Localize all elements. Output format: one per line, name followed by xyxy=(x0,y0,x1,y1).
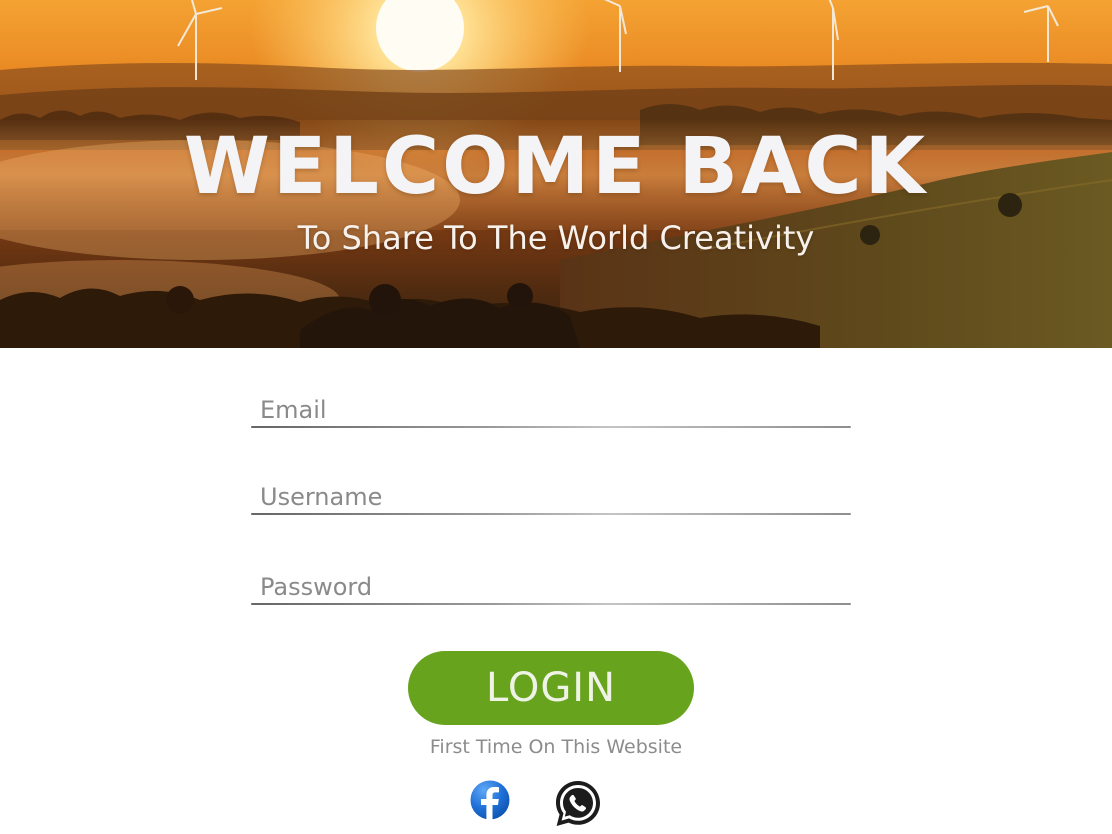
login-page: WELCOME BACK To Share To The World Creat… xyxy=(0,0,1112,834)
page-title: WELCOME BACK xyxy=(183,122,929,212)
password-underline xyxy=(251,603,851,605)
password-field[interactable] xyxy=(251,569,851,605)
username-underline xyxy=(251,513,851,515)
first-time-link[interactable]: First Time On This Website xyxy=(0,736,1112,758)
hero-banner: WELCOME BACK To Share To The World Creat… xyxy=(0,0,1112,348)
facebook-icon xyxy=(470,780,510,822)
username-field-container xyxy=(251,479,851,515)
whatsapp-button[interactable] xyxy=(553,778,603,830)
email-underline xyxy=(251,426,851,428)
login-button[interactable]: LOGIN xyxy=(408,651,694,725)
username-field[interactable] xyxy=(251,479,851,515)
facebook-button[interactable] xyxy=(470,778,512,824)
whatsapp-icon xyxy=(556,781,600,826)
password-field-container xyxy=(251,569,851,605)
email-field-container xyxy=(251,392,851,428)
page-subtitle: To Share To The World Creativity xyxy=(297,219,815,257)
email-field[interactable] xyxy=(251,392,851,428)
